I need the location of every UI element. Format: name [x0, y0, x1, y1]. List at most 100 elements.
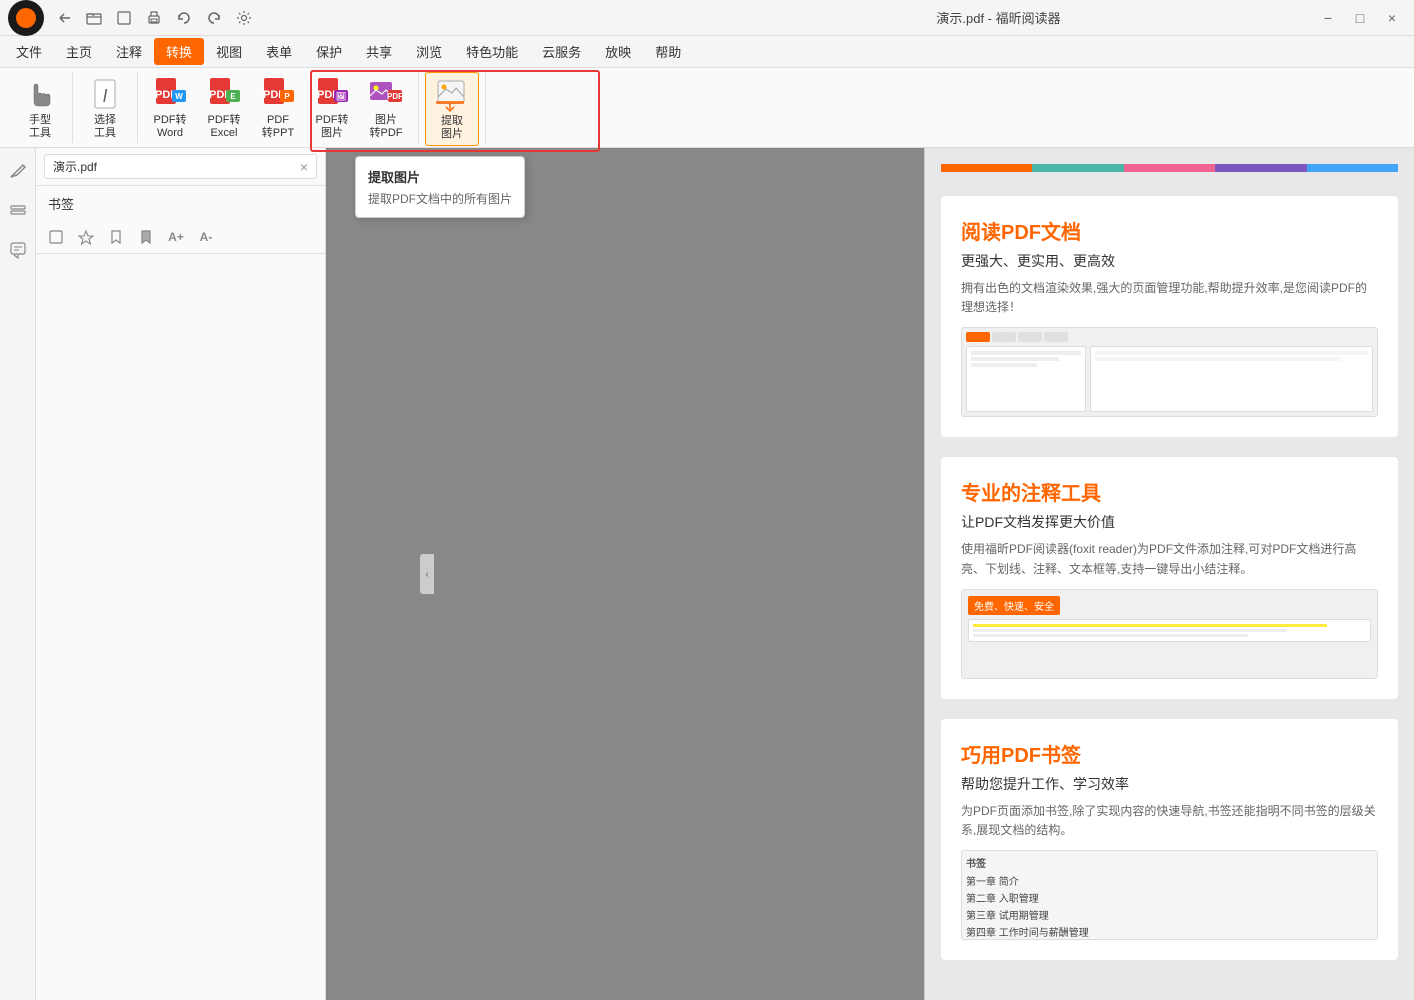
feature-read-screenshot — [961, 327, 1378, 417]
tooltip-title: 提取图片 — [368, 167, 512, 186]
pen-tool-btn[interactable] — [4, 156, 32, 184]
feature-annotation-screenshot: 免费、快速、安全 — [961, 589, 1378, 679]
hand-tool-icon — [22, 76, 58, 112]
strip-teal — [1032, 164, 1123, 172]
sidebar-section-title: 书签 — [36, 186, 325, 221]
svg-text:W: W — [175, 92, 183, 101]
menu-browse[interactable]: 浏览 — [404, 38, 454, 65]
minimize-btn[interactable]: − — [1314, 6, 1342, 30]
left-panel — [0, 148, 36, 1000]
pdf-to-img-btn[interactable]: PDF 🖼 PDF转图片 — [306, 72, 358, 144]
feature-read-subtitle: 更强大、更实用、更高效 — [961, 251, 1378, 271]
feature-bookmark-screenshot: 书签 第一章 简介 第二章 入职管理 第三章 试用期管理 第四章 工作时间与薪酬… — [961, 850, 1378, 940]
sidebar-tab-bar: 演示.pdf × — [36, 148, 325, 186]
extract-img-icon — [434, 77, 470, 113]
sidebar-tool-a-minus[interactable]: A- — [194, 225, 218, 249]
img-to-pdf-btn[interactable]: PDF 图片转PDF — [360, 72, 412, 144]
folder-btn[interactable] — [82, 6, 106, 30]
select-tool-icon: I — [87, 76, 123, 112]
close-btn[interactable]: × — [1378, 6, 1406, 30]
pdf-to-ppt-icon: PDF P — [260, 76, 296, 112]
sidebar-tab-close[interactable]: × — [300, 159, 308, 175]
print-btn[interactable] — [142, 6, 166, 30]
strip-pink — [1124, 164, 1215, 172]
window-title: 演示.pdf - 福昕阅读器 — [683, 8, 1314, 27]
feature-read-desc: 拥有出色的文档渲染效果,强大的页面管理功能,帮助提升效率,是您阅读PDF的理想选… — [961, 279, 1378, 317]
select-tool-btn[interactable]: I 选择工具 — [79, 72, 131, 144]
img-to-pdf-label: 图片转PDF — [370, 114, 403, 140]
layers-btn[interactable] — [4, 196, 32, 224]
title-bar: 演示.pdf - 福昕阅读器 − □ × — [0, 0, 1414, 36]
menu-protect[interactable]: 保护 — [304, 38, 354, 65]
strip-blue — [1307, 164, 1398, 172]
menu-convert[interactable]: 转换 — [154, 38, 204, 65]
bookmark-item-2[interactable]: 第二章 入职管理 — [966, 889, 1373, 906]
color-strips — [941, 164, 1398, 172]
sidebar-tool-4[interactable] — [134, 225, 158, 249]
menu-home[interactable]: 主页 — [54, 38, 104, 65]
svg-text:I: I — [102, 86, 107, 106]
feature-bookmark-title: 巧用PDF书签 — [961, 739, 1378, 768]
feature-read-title: 阅读PDF文档 — [961, 216, 1378, 245]
right-panel: 阅读PDF文档 更强大、更实用、更高效 拥有出色的文档渲染效果,强大的页面管理功… — [924, 148, 1414, 1000]
feature-card-annotation: 专业的注释工具 让PDF文档发挥更大价值 使用福昕PDF阅读器(foxit re… — [941, 457, 1398, 698]
sidebar-toolbar: A+ A- — [36, 221, 325, 254]
feature-card-bookmark: 巧用PDF书签 帮助您提升工作、学习效率 为PDF页面添加书签,除了实现内容的快… — [941, 719, 1398, 960]
menu-present[interactable]: 放映 — [593, 38, 643, 65]
feature-annotation-desc: 使用福昕PDF阅读器(foxit reader)为PDF文件添加注释,可对PDF… — [961, 540, 1378, 578]
pdf-to-word-label: PDF转Word — [154, 114, 187, 140]
collapse-right-panel-btn[interactable]: ‹ — [420, 554, 434, 594]
extract-img-label: 提取图片 — [441, 115, 463, 141]
pdf-to-word-btn[interactable]: PDF W PDF转Word — [144, 72, 196, 144]
redo-btn[interactable] — [202, 6, 226, 30]
menu-cloud[interactable]: 云服务 — [530, 38, 593, 65]
sidebar-tool-2[interactable] — [74, 225, 98, 249]
menu-share[interactable]: 共享 — [354, 38, 404, 65]
hand-tool-label: 手型工具 — [29, 114, 51, 140]
menu-bar: 文件 主页 注释 转换 视图 表单 保护 共享 浏览 特色功能 云服务 放映 帮… — [0, 36, 1414, 68]
menu-features[interactable]: 特色功能 — [454, 38, 530, 65]
content-area: ‹ — [326, 148, 924, 1000]
ribbon-group-hand-items: 手型工具 — [14, 72, 66, 144]
pdf-to-excel-icon: PDF E — [206, 76, 242, 112]
sidebar-tool-3[interactable] — [104, 225, 128, 249]
bookmark-item-4[interactable]: 第四章 工作时间与薪酬管理 — [966, 923, 1373, 940]
pdf-to-img-icon: PDF 🖼 — [314, 76, 350, 112]
pdf-to-ppt-label: PDF转PPT — [262, 114, 294, 140]
back-btn[interactable] — [52, 6, 76, 30]
ribbon-group-hand: 手型工具 — [8, 72, 73, 143]
feature-bookmark-subtitle: 帮助您提升工作、学习效率 — [961, 774, 1378, 794]
ribbon-group-select: I 选择工具 — [73, 72, 138, 143]
menu-annotate[interactable]: 注释 — [104, 38, 154, 65]
hand-tool-btn[interactable]: 手型工具 — [14, 72, 66, 144]
sidebar-tool-a-plus[interactable]: A+ — [164, 225, 188, 249]
feature-card-read: 阅读PDF文档 更强大、更实用、更高效 拥有出色的文档渲染效果,强大的页面管理功… — [941, 196, 1398, 437]
window-btn[interactable] — [112, 6, 136, 30]
ribbon: 手型工具 I 选择工具 — [0, 68, 1414, 148]
menu-form[interactable]: 表单 — [254, 38, 304, 65]
settings-btn[interactable] — [232, 6, 256, 30]
sidebar-file-tab[interactable]: 演示.pdf × — [44, 154, 317, 179]
ribbon-group-convert: PDF W PDF转Word PDF E — [138, 72, 419, 143]
pdf-to-word-icon: PDF W — [152, 76, 188, 112]
sidebar: 演示.pdf × 书签 A+ A- — [36, 148, 326, 1000]
strip-orange — [941, 164, 1032, 172]
menu-file[interactable]: 文件 — [4, 38, 54, 65]
maximize-btn[interactable]: □ — [1346, 6, 1374, 30]
menu-view[interactable]: 视图 — [204, 38, 254, 65]
pdf-to-ppt-btn[interactable]: PDF P PDF转PPT — [252, 72, 304, 144]
undo-btn[interactable] — [172, 6, 196, 30]
comments-btn[interactable] — [4, 236, 32, 264]
strip-purple — [1215, 164, 1306, 172]
extract-img-btn[interactable]: 提取图片 — [425, 72, 479, 146]
sidebar-tool-1[interactable] — [44, 225, 68, 249]
bookmark-item-3[interactable]: 第三章 试用期管理 — [966, 906, 1373, 923]
tooltip-desc: 提取PDF文档中的所有图片 — [368, 190, 512, 207]
bookmark-item-1[interactable]: 第一章 简介 — [966, 872, 1373, 889]
pdf-to-excel-btn[interactable]: PDF E PDF转Excel — [198, 72, 250, 144]
tooltip: 提取图片 提取PDF文档中的所有图片 — [355, 156, 525, 218]
ribbon-group-select-items: I 选择工具 — [79, 72, 131, 144]
window-controls: − □ × — [1314, 6, 1406, 30]
menu-help[interactable]: 帮助 — [643, 38, 693, 65]
img-to-pdf-icon: PDF — [368, 76, 404, 112]
